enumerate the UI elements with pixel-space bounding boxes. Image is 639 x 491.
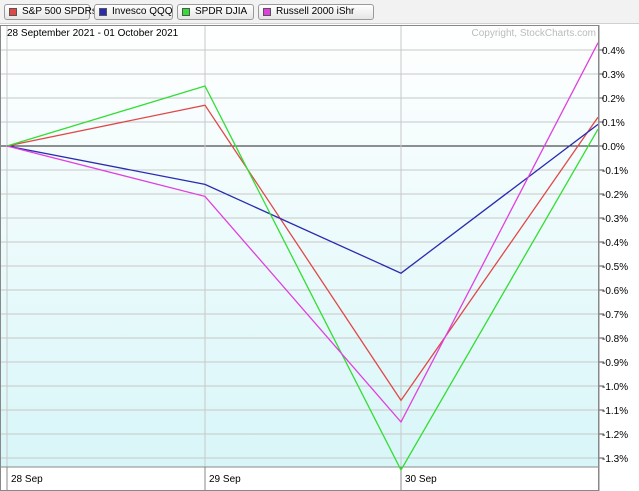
y-tick-label: -0.4%: [602, 238, 628, 249]
y-tick-label: 0.4%: [602, 46, 625, 57]
legend-swatch: [99, 8, 107, 16]
legend-item[interactable]: S&P 500 SPDRs: [4, 4, 97, 20]
x-axis: 28 Sep 29 Sep 30 Sep: [0, 466, 599, 491]
x-tick-label: 28 Sep: [11, 474, 43, 485]
legend-label: S&P 500 SPDRs: [22, 6, 97, 17]
y-tick-label: -1.1%: [602, 406, 628, 417]
legend-bar: S&P 500 SPDRs Invesco QQQ SPDR DJIA Russell…: [0, 0, 639, 24]
legend-swatch: [182, 8, 190, 16]
y-tick-label: -1.0%: [602, 382, 628, 393]
y-tick-label: -1.3%: [602, 454, 628, 465]
x-tick-label: 30 Sep: [405, 474, 437, 485]
y-tick-label: -0.2%: [602, 190, 628, 201]
legend-swatch: [263, 8, 271, 16]
legend-item[interactable]: SPDR DJIA: [177, 4, 254, 20]
y-tick-label: -0.6%: [602, 286, 628, 297]
legend-label: Invesco QQQ: [112, 6, 173, 17]
date-range-label: 28 September 2021 - 01 October 2021: [7, 28, 179, 39]
y-tick-label: -1.2%: [602, 430, 628, 441]
y-tick-label: -0.5%: [602, 262, 628, 273]
legend-swatch: [9, 8, 17, 16]
y-tick-label: -0.8%: [602, 334, 628, 345]
price-performance-chart: 28 Sep 29 Sep 30 Sep 0.4% 0.3% 0.2% 0.1% 0.0% -…: [0, 25, 628, 491]
y-tick-label: 0.0%: [602, 142, 625, 153]
y-tick-label: -0.9%: [602, 358, 628, 369]
y-tick-label: -0.7%: [602, 310, 628, 321]
y-tick-label: -0.1%: [602, 166, 628, 177]
y-tick-label: 0.2%: [602, 94, 625, 105]
x-tick-label: 29 Sep: [209, 474, 241, 485]
y-tick-label: 0.1%: [602, 118, 625, 129]
copyright-label: Copyright, StockCharts.com: [472, 28, 597, 39]
legend-label: Russell 2000 iShr: [276, 6, 355, 17]
y-tick-label: 0.3%: [602, 70, 625, 81]
legend-label: SPDR DJIA: [195, 6, 248, 17]
y-tick-label: -0.3%: [602, 214, 628, 225]
y-axis: 0.4% 0.3% 0.2% 0.1% 0.0% -0.1% -0.2% -0.3% -0.4%…: [598, 25, 628, 491]
legend-item[interactable]: Invesco QQQ: [94, 4, 173, 20]
legend-item[interactable]: Russell 2000 iShr: [258, 4, 374, 20]
